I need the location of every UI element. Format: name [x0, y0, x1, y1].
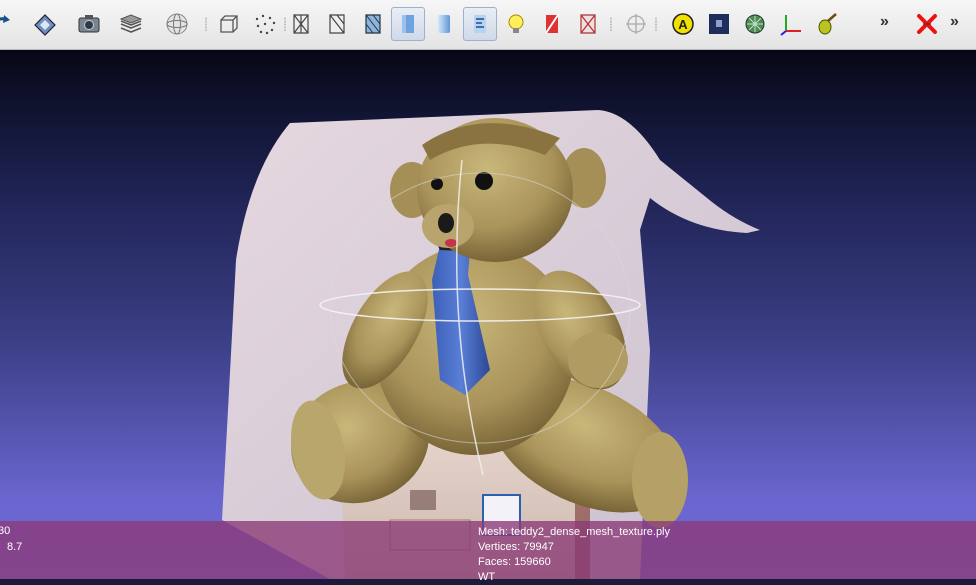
paint-icon[interactable] — [810, 7, 844, 41]
texture-icon[interactable] — [463, 7, 497, 41]
raster-icon[interactable] — [702, 7, 736, 41]
axes-icon[interactable] — [774, 7, 808, 41]
toolbar-overflow-chevron-icon-2[interactable]: » — [950, 13, 959, 31]
light-icon[interactable] — [499, 7, 533, 41]
hidden-lines-icon[interactable] — [320, 7, 354, 41]
face-count: Faces: 159660 — [478, 556, 551, 568]
3d-viewport[interactable] — [0, 50, 976, 579]
snapshot-icon[interactable] — [72, 7, 106, 41]
points-icon[interactable] — [248, 7, 282, 41]
save-icon[interactable] — [28, 7, 62, 41]
toolbar-overflow-chevron-icon[interactable]: » — [880, 13, 889, 31]
vertex-count: Vertices: 79947 — [478, 541, 554, 553]
info-overlay: 30 8.7 Mesh: teddy2_dense_mesh_texture.p… — [0, 521, 976, 583]
flat-shading-icon[interactable] — [391, 7, 425, 41]
color-mode-icon[interactable] — [535, 7, 569, 41]
teddy-bear-mesh-render — [222, 110, 760, 579]
flat-lines-icon[interactable] — [356, 7, 390, 41]
annotation-icon[interactable]: A — [666, 7, 700, 41]
smooth-shading-icon[interactable] — [427, 7, 461, 41]
render-time-readout: 8.7 — [7, 541, 23, 553]
fps-readout: 30 — [0, 525, 11, 537]
import-icon[interactable] — [0, 7, 18, 41]
bounding-box-icon[interactable] — [212, 7, 246, 41]
layers-icon[interactable] — [114, 7, 148, 41]
trackball-icon[interactable] — [160, 7, 194, 41]
svg-text:A: A — [678, 17, 688, 32]
main-toolbar: A » » — [0, 0, 976, 50]
mesh-filter-icon[interactable] — [738, 7, 772, 41]
delete-icon[interactable] — [910, 7, 944, 41]
info-extra: WT — [478, 571, 496, 583]
wireframe-icon[interactable] — [284, 7, 318, 41]
mesh-name: Mesh: teddy2_dense_mesh_texture.ply — [478, 526, 671, 538]
crosshair-icon[interactable] — [619, 7, 653, 41]
selection-icon[interactable] — [571, 7, 605, 41]
